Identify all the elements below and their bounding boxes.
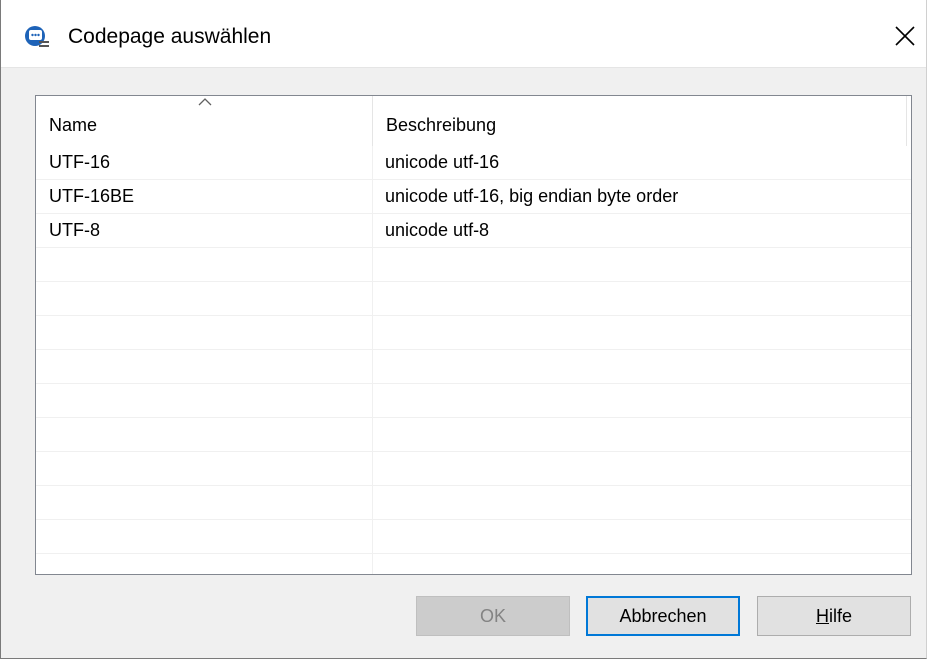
help-accelerator-key: H <box>815 606 829 626</box>
empty-row <box>36 316 911 350</box>
column-divider <box>372 180 373 214</box>
codepage-name: UTF-16BE <box>49 186 135 206</box>
help-button[interactable]: Hilfe <box>757 596 911 636</box>
column-divider <box>372 520 373 554</box>
empty-row <box>36 384 911 418</box>
ok-button: OK <box>416 596 570 636</box>
cancel-button[interactable]: Abbrechen <box>586 596 740 636</box>
column-divider <box>372 248 373 282</box>
table-row[interactable]: UTF-16BE unicode utf-16, big endian byte… <box>36 180 911 214</box>
column-header-name[interactable]: Name <box>36 96 372 146</box>
column-header-name-label: Name <box>49 115 98 135</box>
table-row[interactable]: UTF-16 unicode utf-16 <box>36 146 911 180</box>
codepage-description: unicode utf-8 <box>385 220 490 240</box>
column-divider <box>372 452 373 486</box>
chat-bubble-app-icon <box>25 26 49 47</box>
empty-row <box>36 554 911 574</box>
column-header-description-label: Beschreibung <box>386 115 497 135</box>
dialog-title: Codepage auswählen <box>68 25 272 48</box>
close-icon[interactable] <box>891 22 919 50</box>
column-divider <box>372 384 373 418</box>
table-row[interactable]: UTF-8 unicode utf-8 <box>36 214 911 248</box>
title-bar[interactable]: Codepage auswählen <box>1 0 926 68</box>
codepage-description: unicode utf-16, big endian byte order <box>385 186 679 206</box>
codepage-description: unicode utf-16 <box>385 152 500 172</box>
codepage-name: UTF-16 <box>49 152 111 172</box>
column-divider <box>372 214 373 248</box>
empty-row <box>36 520 911 554</box>
column-divider <box>372 418 373 452</box>
empty-row <box>36 248 911 282</box>
column-divider <box>372 350 373 384</box>
sort-ascending-icon <box>198 98 212 106</box>
column-header-description[interactable]: Beschreibung <box>372 96 907 146</box>
dialog-window: Codepage auswählen Name Beschreibung UTF… <box>0 0 927 659</box>
empty-row <box>36 282 911 316</box>
empty-row <box>36 350 911 384</box>
column-divider <box>372 316 373 350</box>
list-header: Name Beschreibung <box>36 96 911 146</box>
list-rows: UTF-16 unicode utf-16 UTF-16BE unicode u… <box>36 146 911 574</box>
help-label-rest: ilfe <box>828 606 852 626</box>
codepage-name: UTF-8 <box>49 220 100 240</box>
column-divider <box>372 554 373 574</box>
codepage-list[interactable]: Name Beschreibung UTF-16 unicode utf-16 … <box>35 95 912 575</box>
column-divider <box>372 486 373 520</box>
column-divider <box>372 282 373 316</box>
empty-row <box>36 418 911 452</box>
empty-row <box>36 452 911 486</box>
column-divider <box>372 146 373 180</box>
empty-row <box>36 486 911 520</box>
